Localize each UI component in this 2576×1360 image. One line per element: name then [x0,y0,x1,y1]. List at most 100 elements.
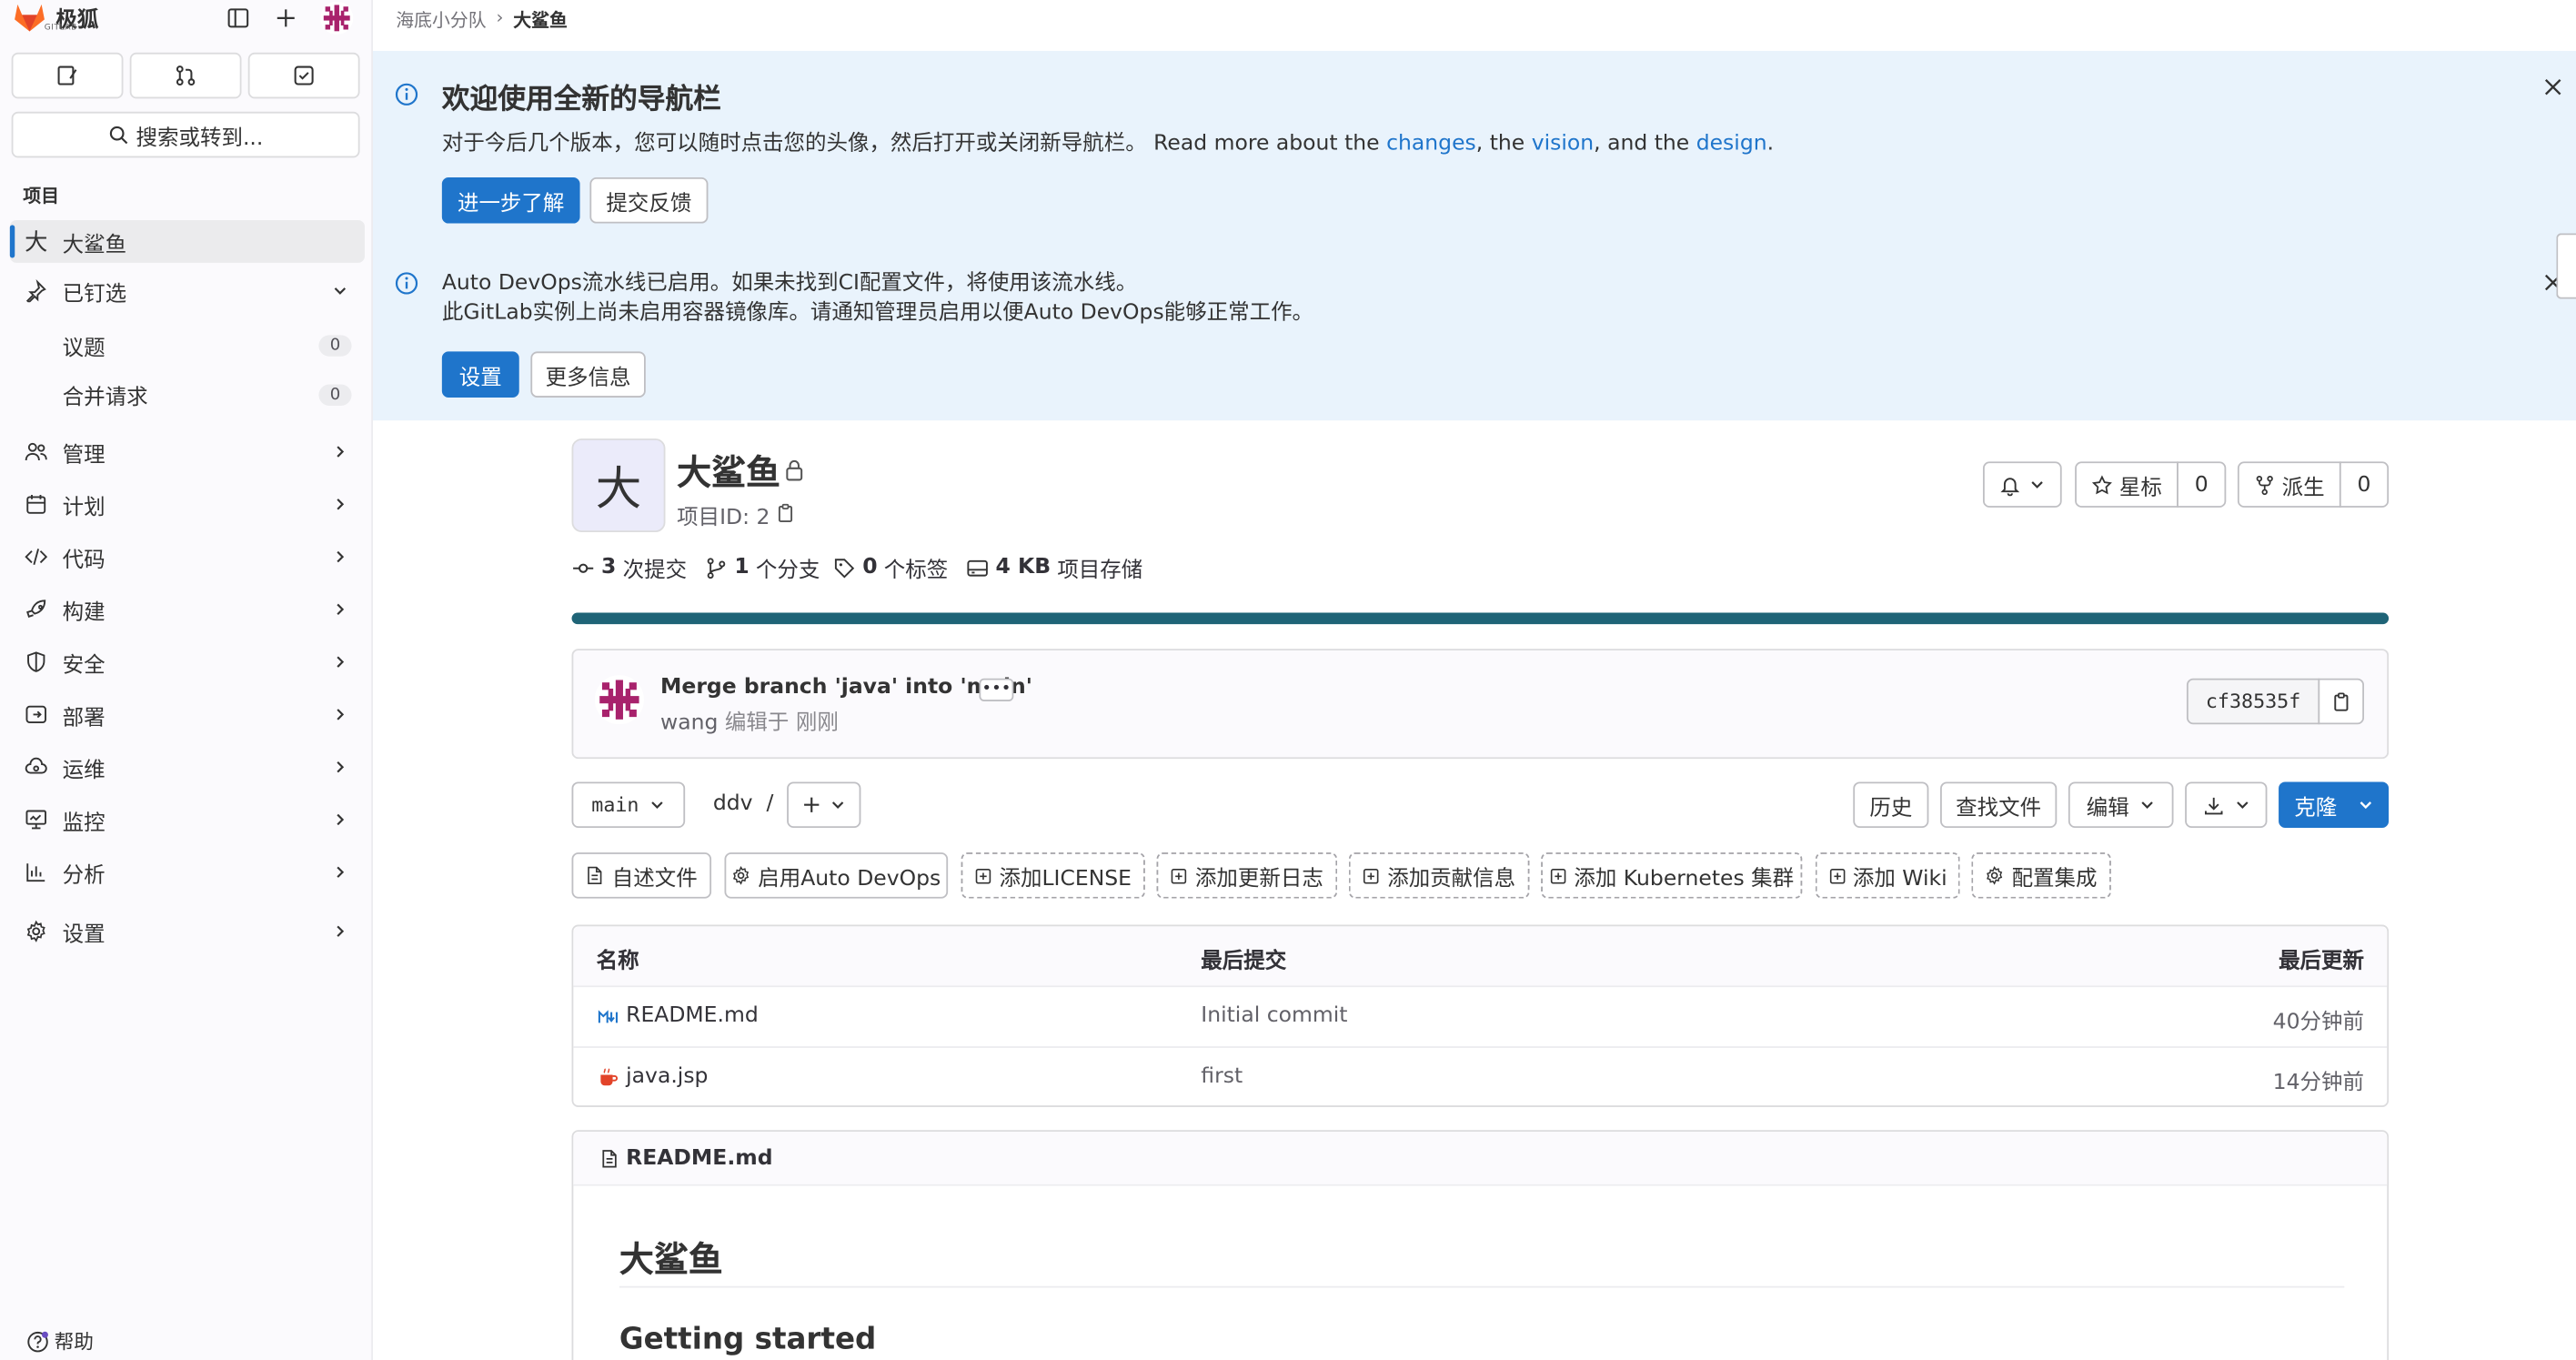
devops-banner-text: Auto DevOps流水线已启用。如果未找到CI配置文件，将使用该流水线。 此… [442,269,1313,328]
active-indicator [9,225,15,258]
download-icon [2204,796,2222,814]
file-name[interactable]: java.jsp [626,1064,708,1089]
breadcrumb-project[interactable]: 大鲨鱼 [513,6,568,33]
file-commit-message[interactable]: first [1201,1064,1243,1089]
fork-count[interactable]: 0 [2339,461,2390,508]
changes-link[interactable]: changes [1386,131,1476,156]
quick-button-label: 添加LICENSE [999,866,1132,892]
sidebar-item-code[interactable]: 代码 [10,536,365,579]
commits-stat[interactable]: 3 次提交 [572,552,688,583]
branch-selector[interactable]: main [571,781,686,829]
create-new-button[interactable] [271,4,301,34]
copy-sha-button[interactable] [2318,678,2365,725]
sidebar-item-operate[interactable]: 运维 [10,746,365,789]
table-row[interactable]: java.jsp first 14分钟前 [573,1046,2388,1107]
cloud-icon [23,754,49,781]
copy-icon[interactable] [775,503,796,524]
text-sep: , the [1475,131,1532,156]
sidebar-item-plan[interactable]: 计划 [10,483,365,526]
feedback-button[interactable]: 提交反馈 [589,177,709,224]
add-kubernetes-button[interactable]: 添加 Kubernetes 集群 [1541,852,1803,899]
star-button[interactable]: 星标 [2075,461,2179,508]
enable-auto-devops-button[interactable]: 启用Auto DevOps [724,852,949,899]
design-link[interactable]: design [1696,131,1767,156]
table-row[interactable]: README.md Initial commit 40分钟前 [573,985,2388,1046]
notifications-dropdown[interactable] [1982,461,2062,508]
sidebar-item-deploy[interactable]: 部署 [10,693,365,736]
bell-icon [2000,477,2020,496]
stat-number: 3 [601,555,617,580]
column-header-last-commit: 最后提交 [1201,949,1287,974]
todo-list-button[interactable] [247,52,360,99]
file-commit-message[interactable]: Initial commit [1201,1003,1347,1028]
vision-link[interactable]: vision [1532,131,1594,156]
add-wiki-button[interactable]: 添加 Wiki [1815,852,1960,899]
sidebar-item-monitor[interactable]: 监控 [10,799,365,841]
tanuki-icon [15,4,45,32]
side-panel-toggle[interactable] [2556,233,2576,299]
sidebar-item-build[interactable]: 构建 [10,588,365,630]
add-to-tree-dropdown[interactable] [787,781,861,829]
add-contributing-button[interactable]: 添加贡献信息 [1348,852,1530,899]
learn-more-button[interactable]: 进一步了解 [441,177,580,224]
author-avatar[interactable] [594,675,644,725]
close-icon[interactable] [2541,76,2564,98]
configure-integrations-button[interactable]: 配置集成 [1971,852,2111,899]
breadcrumb: 海底小分队 › 大鲨鱼 [396,6,568,33]
sidebar-item-label: 计划 [62,495,106,520]
user-avatar[interactable] [318,0,355,36]
gear-icon [23,918,49,944]
pinned-item-merge-requests[interactable]: 合并请求 [63,379,148,410]
breadcrumb-group[interactable]: 海底小分队 [396,6,486,33]
download-dropdown[interactable] [2185,781,2268,829]
search-button[interactable]: 搜索或转到... [11,111,360,158]
file-tree-table: 名称 最后提交 最后更新 README.md Initial commit 40… [571,924,2390,1107]
sidebar-item-settings[interactable]: 设置 [10,910,365,952]
sidebar-item-security[interactable]: 安全 [10,640,365,683]
expand-commit-button[interactable]: ••• [979,678,1014,701]
readme-file-name[interactable]: README.md [626,1146,772,1171]
lock-icon [786,459,803,481]
quick-button-label: 添加 Wiki [1852,866,1947,892]
star-label: 星标 [2118,475,2162,500]
fork-button[interactable]: 派生 [2237,461,2341,508]
star-count[interactable]: 0 [2177,461,2227,508]
chart-icon [23,859,49,885]
issues-count: 0 [318,335,352,357]
sidebar-item-analyze[interactable]: 分析 [10,851,365,893]
repository-language-bar[interactable] [571,612,2390,625]
plus-square-icon [1172,868,1188,883]
commit-sha[interactable]: cf38535f [2186,678,2320,725]
storage-stat[interactable]: 4 KB 项目存储 [966,552,1142,583]
commit-author[interactable]: wang [660,711,718,736]
sidebar-item-manage[interactable]: 管理 [10,430,365,473]
edit-dropdown[interactable]: 编辑 [2068,781,2174,829]
branches-stat[interactable]: 1 个分支 [705,552,820,583]
toggle-sidebar-button[interactable] [224,4,254,34]
devops-more-info-button[interactable]: 更多信息 [530,351,646,398]
path-segment[interactable]: ddv [713,791,753,816]
file-name[interactable]: README.md [626,1003,759,1028]
plus-square-icon [1829,868,1845,883]
gear-icon [733,866,750,885]
tag-icon [834,558,855,578]
pinned-item-issues[interactable]: 议题 [63,330,106,361]
add-license-button[interactable]: 添加LICENSE [961,852,1145,899]
devops-settings-button[interactable]: 设置 [441,351,519,398]
help-button[interactable]: 帮助 [26,1327,94,1355]
stat-label: 次提交 [622,558,688,583]
readme-quick-button[interactable]: 自述文件 [571,852,712,899]
commit-message[interactable]: Merge branch 'java' into 'main' [660,675,1032,700]
find-file-button[interactable]: 查找文件 [1940,781,2058,829]
merge-requests-button[interactable] [129,52,242,99]
clone-dropdown[interactable]: 克隆 [2279,781,2390,829]
sidebar-item-pinned[interactable]: 已钉选 [10,269,365,312]
history-button[interactable]: 历史 [1853,781,1929,829]
assigned-issues-button[interactable] [11,52,124,99]
info-icon [395,272,418,295]
sidebar-item-project[interactable]: 大 大鲨鱼 [9,219,365,263]
readme-header [573,1132,2388,1186]
chevron-right-icon [337,499,345,510]
add-changelog-button[interactable]: 添加更新日志 [1156,852,1338,899]
tags-stat[interactable]: 0 个标签 [833,552,948,583]
